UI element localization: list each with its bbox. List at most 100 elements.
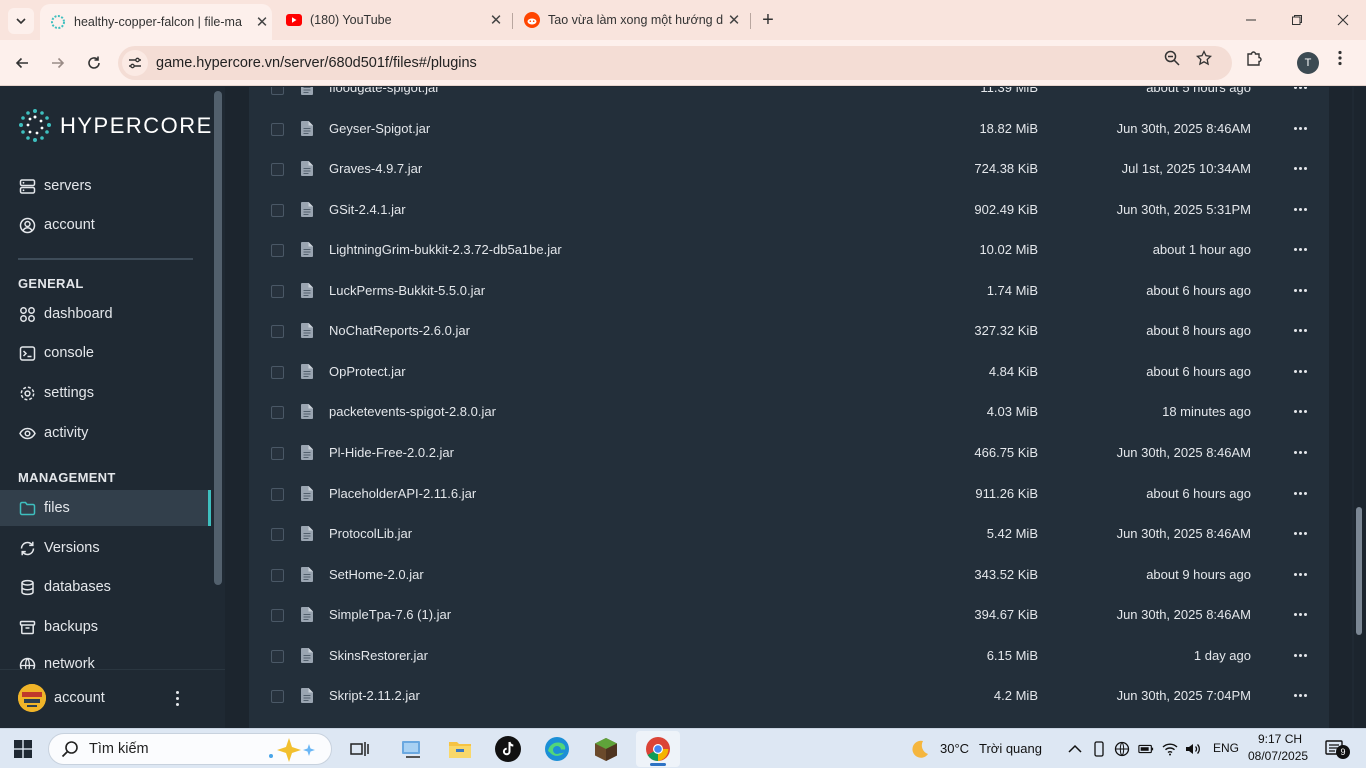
- file-row[interactable]: SkinsRestorer.jar 6.15 MiB 1 day ago: [249, 636, 1329, 676]
- file-actions-icon[interactable]: [1294, 572, 1308, 577]
- taskbar-app-tiktok[interactable]: [494, 735, 522, 763]
- file-actions-icon[interactable]: [1294, 126, 1308, 131]
- file-actions-icon[interactable]: [1294, 329, 1308, 333]
- file-name[interactable]: GSit-2.4.1.jar: [329, 202, 406, 217]
- file-select-checkbox[interactable]: [271, 122, 284, 136]
- sidebar-account-footer[interactable]: account: [0, 669, 225, 728]
- taskbar-search[interactable]: Tìm kiếm: [48, 733, 332, 765]
- file-row[interactable]: Skript-2.11.2.jar 4.2 MiB Jun 30th, 2025…: [249, 676, 1329, 716]
- taskbar-app-chrome[interactable]: [644, 735, 672, 763]
- page-scrollbar[interactable]: [1354, 87, 1366, 728]
- taskbar-app-edge[interactable]: [543, 735, 571, 763]
- file-actions-icon[interactable]: [1294, 532, 1308, 536]
- file-name[interactable]: PlaceholderAPI-2.11.6.jar: [329, 486, 476, 501]
- file-actions-icon[interactable]: [1294, 207, 1308, 212]
- weather-description[interactable]: Trời quang: [979, 741, 1042, 756]
- sidebar-item-backups[interactable]: backups: [0, 609, 211, 645]
- file-row[interactable]: LightningGrim-bukkit-2.3.72-db5a1be.jar …: [249, 230, 1329, 270]
- tab-search-button[interactable]: [8, 8, 34, 34]
- file-select-checkbox[interactable]: [271, 690, 284, 704]
- account-menu-icon[interactable]: [170, 686, 184, 710]
- page-scrollbar-thumb[interactable]: [1356, 507, 1362, 635]
- file-select-checkbox[interactable]: [271, 609, 284, 623]
- file-select-checkbox[interactable]: [271, 325, 284, 339]
- file-select-checkbox[interactable]: [271, 284, 284, 298]
- file-select-checkbox[interactable]: [271, 528, 284, 542]
- file-name[interactable]: Geyser-Spigot.jar: [329, 121, 430, 136]
- bookmark-button[interactable]: [1194, 48, 1214, 68]
- tab-youtube[interactable]: (180) YouTube ✕: [284, 0, 506, 40]
- phone-link-icon[interactable]: [1091, 741, 1107, 757]
- wifi-icon[interactable]: [1162, 741, 1178, 757]
- site-info-button[interactable]: [122, 50, 148, 76]
- network-status-icon[interactable]: [1114, 741, 1130, 757]
- file-name[interactable]: LuckPerms-Bukkit-5.5.0.jar: [329, 283, 485, 298]
- file-name[interactable]: OpProtect.jar: [329, 364, 406, 379]
- sidebar-item-servers[interactable]: servers: [0, 168, 211, 204]
- profile-avatar[interactable]: T: [1297, 52, 1319, 74]
- file-row[interactable]: Geyser-Spigot.jar 18.82 MiB Jun 30th, 20…: [249, 109, 1329, 149]
- file-actions-icon[interactable]: [1294, 450, 1308, 455]
- input-language[interactable]: ENG: [1213, 741, 1239, 755]
- hypercore-logo[interactable]: HYPERCORE: [18, 108, 213, 144]
- volume-icon[interactable]: [1185, 741, 1201, 757]
- file-select-checkbox[interactable]: [271, 487, 284, 501]
- file-actions-icon[interactable]: [1294, 694, 1308, 698]
- file-name[interactable]: Pl-Hide-Free-2.0.2.jar: [329, 445, 454, 460]
- file-name[interactable]: Skript-2.11.2.jar: [329, 688, 420, 703]
- browser-menu-button[interactable]: [1330, 48, 1350, 68]
- weather-temperature[interactable]: 30°C: [940, 741, 969, 756]
- file-actions-icon[interactable]: [1294, 653, 1308, 658]
- file-select-checkbox[interactable]: [271, 163, 284, 177]
- file-name[interactable]: SetHome-2.0.jar: [329, 567, 424, 582]
- file-row[interactable]: floodgate-spigot.jar 11.39 MiB about 5 h…: [249, 87, 1329, 108]
- file-row[interactable]: Pl-Hide-Free-2.0.2.jar 466.75 KiB Jun 30…: [249, 433, 1329, 473]
- file-select-checkbox[interactable]: [271, 244, 284, 258]
- file-row[interactable]: GSit-2.4.1.jar 902.49 KiB Jun 30th, 2025…: [249, 190, 1329, 230]
- notification-center-icon[interactable]: 9: [1324, 739, 1350, 759]
- file-row[interactable]: ProtocolLib.jar 5.42 MiB Jun 30th, 2025 …: [249, 514, 1329, 554]
- sidebar-item-dashboard[interactable]: dashboard: [0, 296, 211, 332]
- sidebar-item-databases[interactable]: databases: [0, 569, 211, 605]
- file-actions-icon[interactable]: [1294, 248, 1308, 252]
- file-row[interactable]: packetevents-spigot-2.8.0.jar 4.03 MiB 1…: [249, 392, 1329, 432]
- file-name[interactable]: Graves-4.9.7.jar: [329, 161, 422, 176]
- sidebar-item-account[interactable]: account: [0, 207, 211, 243]
- sidebar-item-activity[interactable]: activity: [0, 415, 211, 451]
- forward-button[interactable]: [45, 50, 71, 76]
- close-tab-icon[interactable]: ✕: [252, 13, 272, 31]
- file-row[interactable]: SimpleTpa-7.6 (1).jar 394.67 KiB Jun 30t…: [249, 595, 1329, 635]
- file-select-checkbox[interactable]: [271, 446, 284, 460]
- reload-button[interactable]: [81, 50, 107, 76]
- file-select-checkbox[interactable]: [271, 649, 284, 663]
- file-name[interactable]: ProtocolLib.jar: [329, 526, 412, 541]
- close-tab-icon[interactable]: ✕: [724, 11, 744, 29]
- address-bar[interactable]: game.hypercore.vn/server/680d501f/files#…: [118, 46, 1232, 80]
- sidebar-item-settings[interactable]: settings: [0, 375, 211, 411]
- back-button[interactable]: [9, 50, 35, 76]
- file-select-checkbox[interactable]: [271, 568, 284, 582]
- file-name[interactable]: floodgate-spigot.jar: [329, 87, 440, 95]
- taskbar-app-minecraft[interactable]: [592, 735, 620, 763]
- close-window-button[interactable]: [1320, 0, 1366, 40]
- zoom-button[interactable]: [1162, 48, 1182, 68]
- taskbar-app-explorer-window[interactable]: [398, 735, 426, 763]
- tray-overflow-icon[interactable]: [1067, 741, 1083, 757]
- sidebar-item-versions[interactable]: Versions: [0, 530, 211, 566]
- restore-button[interactable]: [1274, 0, 1320, 40]
- file-select-checkbox[interactable]: [271, 365, 284, 379]
- file-actions-icon[interactable]: [1294, 369, 1308, 374]
- file-name[interactable]: NoChatReports-2.6.0.jar: [329, 323, 470, 338]
- file-actions-icon[interactable]: [1294, 87, 1308, 90]
- file-actions-icon[interactable]: [1294, 288, 1308, 293]
- file-row[interactable]: SetHome-2.0.jar 343.52 KiB about 9 hours…: [249, 555, 1329, 595]
- file-actions-icon[interactable]: [1294, 491, 1308, 496]
- new-tab-button[interactable]: +: [756, 8, 780, 32]
- file-row[interactable]: LuckPerms-Bukkit-5.5.0.jar 1.74 MiB abou…: [249, 271, 1329, 311]
- clock-time[interactable]: 9:17 CH: [1258, 732, 1302, 746]
- file-select-checkbox[interactable]: [271, 406, 284, 420]
- clock-date[interactable]: 08/07/2025: [1248, 749, 1308, 763]
- windows-start-icon[interactable]: [14, 740, 32, 758]
- file-actions-icon[interactable]: [1294, 613, 1308, 617]
- taskbar-app-file-explorer[interactable]: [446, 735, 474, 763]
